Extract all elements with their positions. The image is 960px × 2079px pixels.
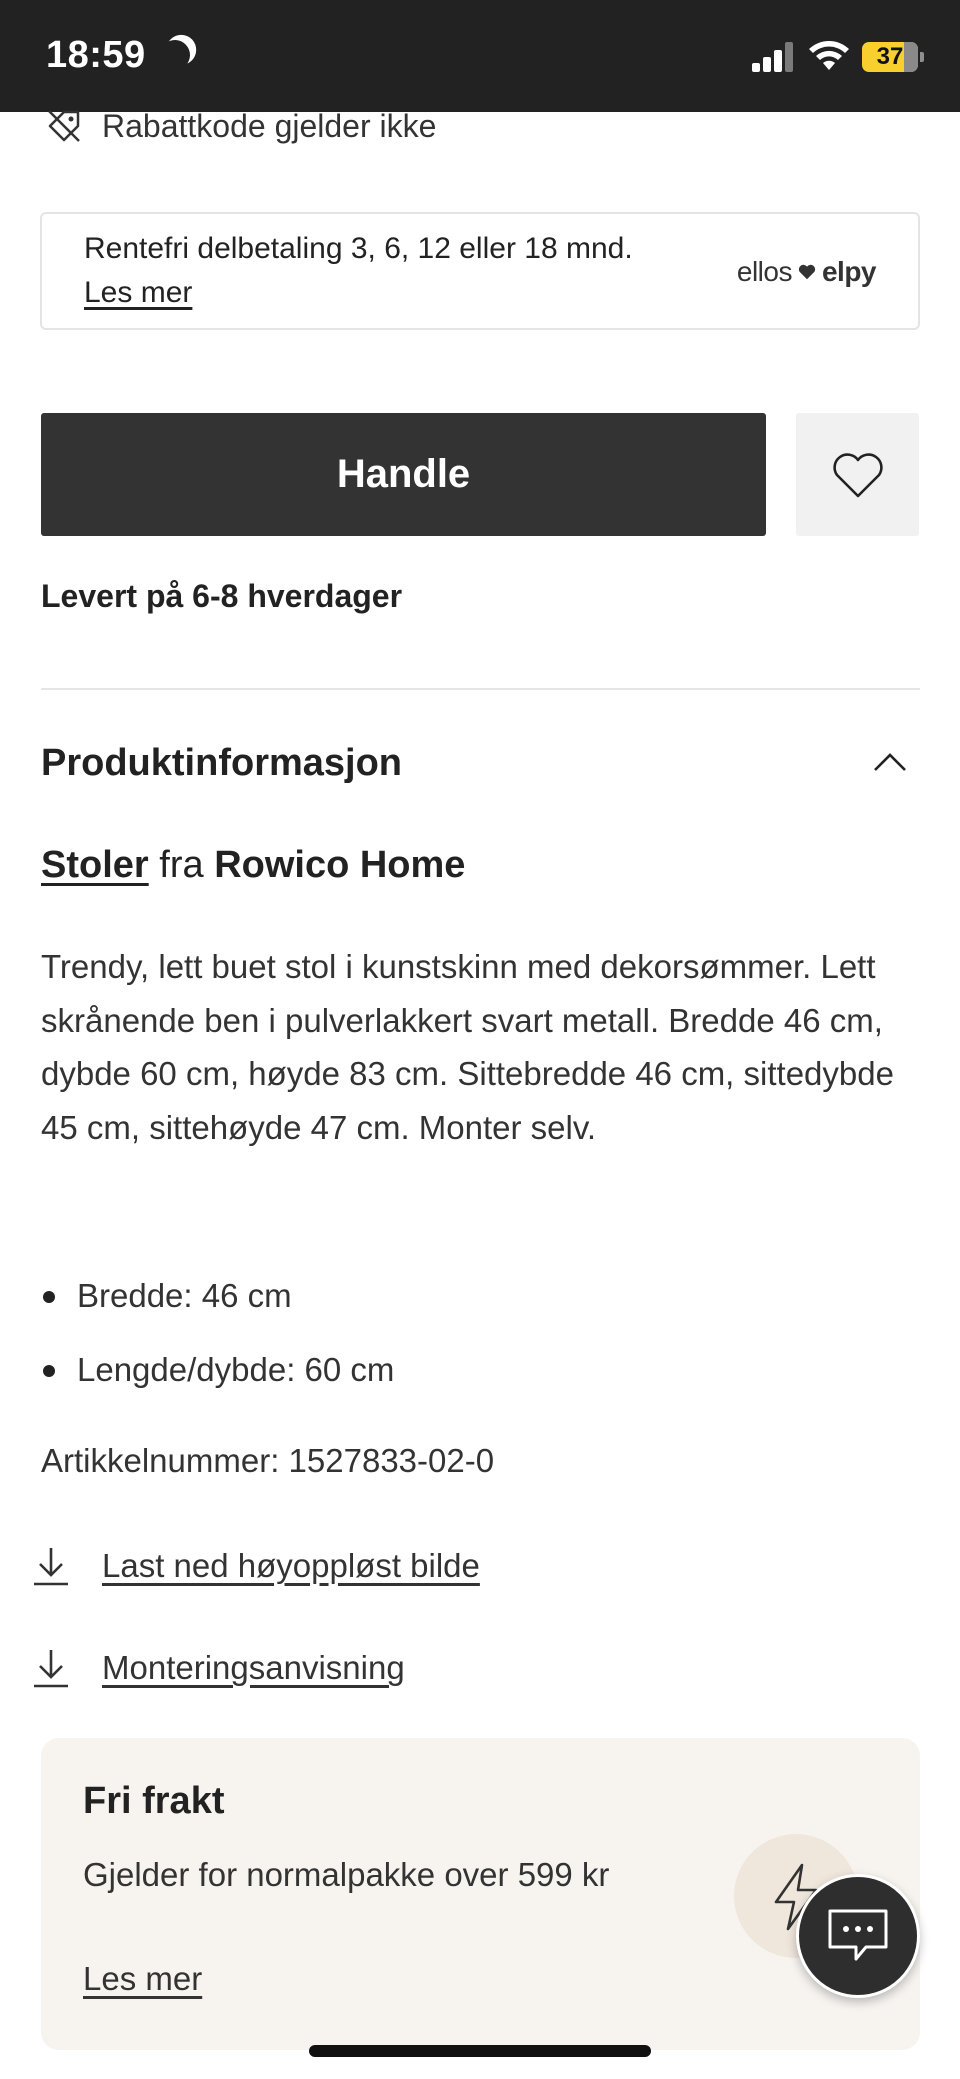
article-number: Artikkelnummer: 1527833-02-0: [41, 1442, 495, 1479]
product-info-header[interactable]: Produktinformasjon: [41, 736, 920, 796]
category-link[interactable]: Stoler: [41, 844, 149, 886]
installment-banner: Rentefri delbetaling 3, 6, 12 eller 18 m…: [40, 212, 920, 330]
assembly-instructions-link[interactable]: Monteringsanvisning: [32, 1640, 405, 1696]
wishlist-button[interactable]: [796, 413, 919, 536]
heart-icon: [798, 264, 816, 280]
logo-right: elpy: [821, 256, 877, 287]
delivery-info: Levert på 6-8 hverdager: [41, 578, 403, 614]
home-indicator[interactable]: [309, 2045, 651, 2057]
signal-icon: [752, 42, 796, 72]
discount-text: Rabattkode gjelder ikke: [102, 107, 437, 144]
chevron-up-icon[interactable]: [872, 750, 908, 774]
section-title: Produktinformasjon: [41, 742, 403, 784]
list-item: Bredde: 46 cm: [41, 1270, 394, 1344]
wifi-icon: [809, 41, 849, 70]
category-line: Stoler fra Rowico Home: [41, 844, 465, 887]
download-image-link[interactable]: Last ned høyoppløst bilde: [32, 1538, 480, 1594]
shipping-title: Fri frakt: [83, 1780, 225, 1822]
shipping-read-more-link[interactable]: Les mer: [83, 1960, 202, 1998]
installment-read-more-link[interactable]: Les mer: [84, 276, 192, 310]
shipping-text: Gjelder for normalpakke over 599 kr: [83, 1856, 610, 1893]
logo-left: ellos: [736, 256, 793, 287]
discount-notice: Rabattkode gjelder ikke: [46, 104, 436, 148]
status-bar: 18:59 37: [0, 0, 960, 112]
download-icon: [34, 1548, 68, 1586]
chat-icon: [828, 1909, 888, 1961]
brand-name: Rowico Home: [214, 844, 466, 886]
download-label[interactable]: Last ned høyoppløst bilde: [102, 1547, 480, 1585]
chat-button[interactable]: [796, 1874, 920, 1998]
list-item: Lengde/dybde: 60 cm: [41, 1344, 394, 1418]
ellos-elpy-logo: ellos elpy: [736, 256, 877, 288]
battery-icon: 37: [862, 42, 924, 72]
download-label[interactable]: Monteringsanvisning: [102, 1649, 405, 1687]
status-time: 18:59: [46, 34, 146, 76]
installment-text: Rentefri delbetaling 3, 6, 12 eller 18 m…: [84, 232, 633, 265]
tag-off-icon: [48, 110, 80, 142]
battery-level: 37: [876, 43, 904, 70]
divider: [41, 688, 920, 690]
download-icon: [34, 1650, 68, 1688]
heart-icon: [832, 452, 883, 497]
product-description: Trendy, lett buet stol i kunstskinn med …: [41, 948, 894, 1146]
free-shipping-card: Fri frakt Gjelder for normalpakke over 5…: [41, 1738, 920, 2050]
buy-button[interactable]: Handle: [41, 413, 766, 536]
from-text: fra: [159, 844, 204, 886]
moon-icon: [158, 38, 193, 73]
spec-list: Bredde: 46 cm Lengde/dybde: 60 cm: [41, 1270, 394, 1418]
